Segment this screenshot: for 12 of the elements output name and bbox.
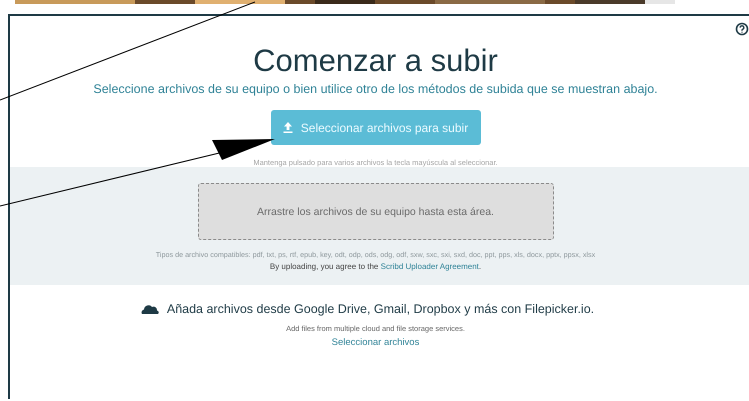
page-title: Comenzar a subir (253, 43, 498, 79)
upload-icon (282, 122, 293, 133)
cloud-title: Añada archivos desde Google Drive, Gmail, Dropbox y más con Filepicker.io. (166, 302, 594, 316)
help-icon[interactable] (735, 22, 749, 36)
select-files-link[interactable]: Seleccionar archivos (332, 337, 420, 348)
cloud-icon (140, 304, 159, 314)
subtitle: Seleccione archivos de su equipo o bien utilice otro de los métodos de subida que se muestran abajo. (93, 82, 658, 96)
agreement-period: . (478, 262, 482, 271)
agreement-text: By uploading, you agree to the (270, 262, 378, 271)
select-files-button[interactable]: Seleccionar archivos para subir (270, 110, 480, 145)
agreement-link[interactable]: Scribd Uploader Agreement (380, 262, 479, 271)
drop-zone[interactable]: Arrastre los archivos de su equipo hasta esta área. (198, 183, 554, 240)
